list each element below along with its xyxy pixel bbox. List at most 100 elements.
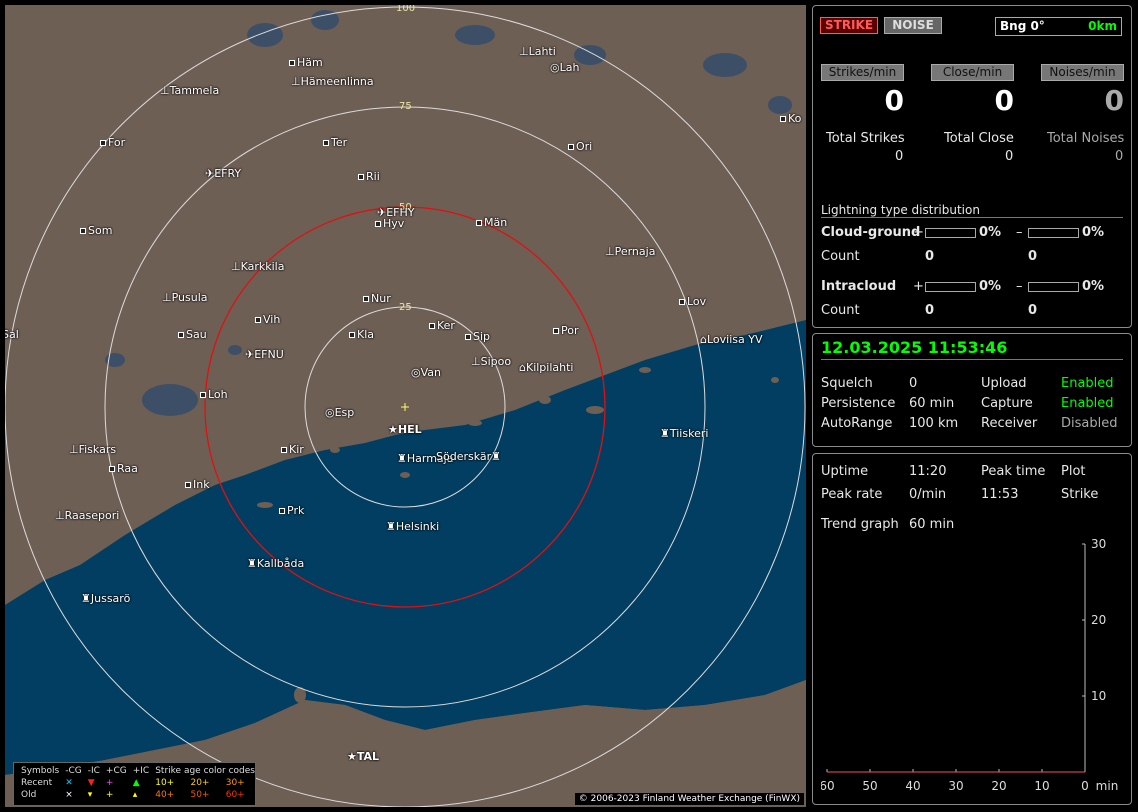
station-icon: ⊥: [471, 355, 481, 368]
place-label: Söderskär♜: [436, 450, 502, 463]
persistence-label: Persistence: [821, 396, 896, 411]
town-icon: [568, 144, 574, 150]
noises-per-min-value: 0: [1104, 84, 1124, 117]
station-icon: ⊥: [69, 443, 79, 456]
peak-rate-label: Peak rate: [821, 487, 883, 502]
place-label: Häm: [289, 57, 323, 69]
neg-ic-old-icon: ▾: [87, 790, 93, 800]
plot-label: Plot: [1061, 464, 1086, 479]
x-tick-label: 10: [1034, 779, 1049, 793]
cg-plus-count: 0: [925, 249, 935, 264]
total-strikes-label: Total Strikes: [826, 131, 905, 146]
strikes-per-min-value: 0: [884, 84, 904, 117]
y-tick-label: 20: [1091, 613, 1106, 627]
neg-ic-recent-icon: ▼: [87, 778, 95, 788]
legend-header-neg-cg: -CG: [65, 766, 82, 776]
map-background: [5, 6, 806, 807]
trend-panel: Uptime 11:20 Peak time Plot Peak rate 0/…: [812, 453, 1132, 805]
place-label: Som: [80, 225, 112, 237]
place-label: ⊥Lahti: [519, 45, 556, 58]
age-code: 10+: [155, 778, 175, 788]
place-label: ⊥Raasepori: [55, 509, 120, 522]
place-label: ✈EFNU: [245, 348, 284, 361]
legend-header-pos-cg: +CG: [105, 766, 127, 776]
town-icon: [323, 140, 329, 146]
place-label: Sal: [5, 328, 19, 341]
intracloud-label: Intracloud: [821, 279, 897, 294]
x-tick-label: 40: [905, 779, 920, 793]
age-code: 60+: [225, 790, 245, 800]
capture-label: Capture: [981, 396, 1033, 411]
town-icon: [679, 299, 685, 305]
town-icon: [178, 332, 184, 338]
peak-time-value: 11:53: [981, 487, 1019, 502]
age-code: 20+: [190, 778, 210, 788]
copyright-notice: © 2006-2023 Finland Weather Exchange (Fi…: [574, 793, 804, 805]
place-label: Raa: [109, 463, 138, 475]
neg-cg-old-icon: ×: [65, 790, 73, 800]
weather-station-icon: ⌂: [700, 333, 707, 346]
station-icon: ⊥: [291, 75, 301, 88]
strikes-per-min-button[interactable]: Strikes/min: [821, 64, 904, 81]
cg-count-label: Count: [821, 249, 860, 264]
cloud-ground-label: Cloud-ground: [821, 225, 921, 240]
stats-panel: STRIKE NOISE Bng 0° 0km Strikes/min Clos…: [812, 5, 1132, 328]
town-icon: [553, 328, 559, 334]
ring-label-25: 25: [399, 302, 412, 313]
town-icon: [200, 392, 206, 398]
lighthouse-icon: ♜: [660, 427, 670, 440]
airport-icon: ✈: [245, 348, 255, 361]
legend-recent-label: Recent: [21, 778, 53, 788]
station-icon: ⊥: [55, 509, 65, 522]
station-icon: ⊥: [519, 45, 529, 58]
noise-button[interactable]: NOISE: [884, 17, 942, 34]
town-icon: [429, 323, 435, 329]
uptime-label: Uptime: [821, 464, 869, 479]
legend-header-pos-ic: +IC: [132, 766, 150, 776]
age-code: 50+: [190, 790, 210, 800]
capture-value: Enabled: [1061, 396, 1114, 411]
town-icon: [255, 317, 261, 323]
legend-header-neg-ic: -IC: [87, 766, 100, 776]
lighthouse-icon: ♜: [247, 557, 257, 570]
status-panel: 12.03.2025 11:53:46 Squelch 0 Upload Ena…: [812, 333, 1132, 447]
town-icon: [279, 508, 285, 514]
bearing-value: Bng 0°: [1000, 19, 1045, 33]
place-label: ⊥Karkkila: [231, 260, 285, 273]
strike-button[interactable]: STRIKE: [820, 17, 878, 34]
age-code: 40+: [155, 790, 175, 800]
town-icon: [289, 60, 295, 66]
ic-minus-bar: [1028, 282, 1079, 292]
star-icon: ★: [388, 423, 398, 436]
lighthouse-icon: ♜: [81, 592, 91, 605]
y-tick-label: 30: [1091, 537, 1106, 551]
place-label: Vih: [255, 314, 280, 326]
lighthouse-icon: ♜: [491, 450, 502, 463]
pos-ic-recent-icon: ▲: [132, 778, 140, 788]
legend-header-age: Strike age color codes: [155, 766, 255, 776]
place-label: Nur: [363, 293, 391, 305]
lightning-map[interactable]: 100 75 50 25 Häm ⊥Hämeenlinna ⊥Lahti ◎La…: [5, 5, 806, 807]
ic-plus-percent: 0%: [979, 279, 1002, 294]
town-icon: [358, 174, 364, 180]
plot-value[interactable]: Strike: [1061, 487, 1098, 502]
town-icon: [100, 140, 106, 146]
station-icon: ⊥: [162, 291, 172, 304]
place-label: Ko: [780, 113, 801, 125]
persistence-value: 60 min: [909, 396, 955, 411]
noises-per-min-button[interactable]: Noises/min: [1041, 64, 1124, 81]
peak-rate-value: 0/min: [909, 487, 947, 502]
cg-minus-count: 0: [1028, 249, 1038, 264]
star-icon: ★: [347, 750, 357, 763]
cg-minus-sign: –: [1016, 225, 1023, 240]
place-label: ⊥Sipoo: [471, 355, 512, 368]
town-icon: [281, 447, 287, 453]
close-per-min-button[interactable]: Close/min: [931, 64, 1014, 81]
divider: [821, 217, 1123, 218]
total-strikes-value: 0: [895, 149, 904, 164]
total-noises-value: 0: [1115, 149, 1124, 164]
legend-old-label: Old: [21, 790, 37, 800]
current-datetime: 12.03.2025 11:53:46: [821, 338, 1008, 357]
uptime-value: 11:20: [909, 464, 947, 479]
x-tick-label: 0: [1081, 779, 1089, 793]
